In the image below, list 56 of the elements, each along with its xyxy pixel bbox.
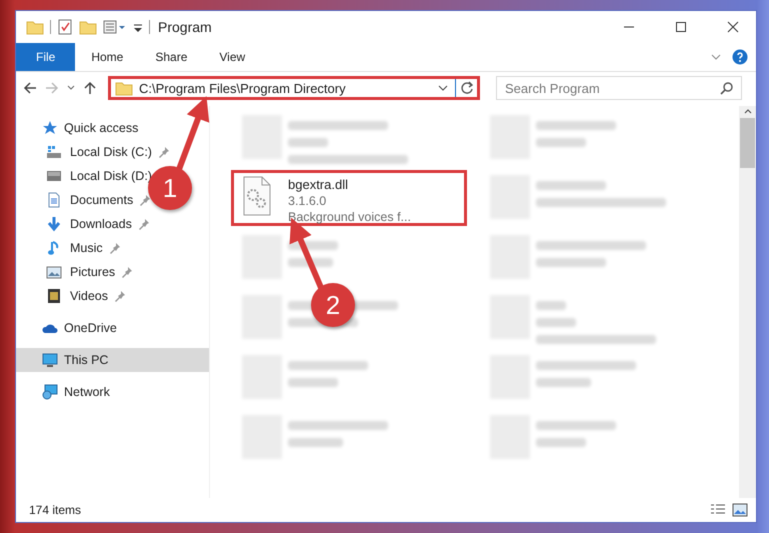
file-detail: Background voices f... bbox=[288, 210, 411, 224]
sidebar-item[interactable]: Local Disk (C:) bbox=[16, 140, 209, 164]
drive-icon bbox=[46, 144, 62, 160]
back-icon bbox=[22, 80, 38, 96]
sidebar-item[interactable]: Downloads bbox=[16, 212, 209, 236]
blurred-text bbox=[536, 181, 606, 190]
address-path: C:\Program Files\Program Directory bbox=[139, 80, 347, 96]
refresh-icon bbox=[460, 81, 474, 95]
network-icon bbox=[42, 384, 58, 400]
blurred-text bbox=[536, 258, 606, 267]
back-button[interactable] bbox=[22, 80, 38, 96]
sidebar-item[interactable]: Network bbox=[16, 380, 209, 404]
file-detail: 3.1.6.0 bbox=[288, 194, 328, 208]
address-bar[interactable]: C:\Program Files\Program Directory bbox=[108, 76, 480, 100]
large-icons-view-icon[interactable] bbox=[732, 503, 748, 517]
monitor-icon bbox=[42, 352, 58, 368]
blurred-text bbox=[536, 318, 576, 327]
search-field[interactable]: Search Program bbox=[496, 76, 742, 100]
picture-icon bbox=[46, 264, 62, 280]
item-count: 174 items bbox=[29, 503, 82, 517]
ribbon-tab[interactable]: Share bbox=[139, 43, 204, 71]
sidebar-item[interactable]: Music bbox=[16, 236, 209, 260]
sidebar-item[interactable]: Pictures bbox=[16, 260, 209, 284]
search-icon bbox=[720, 81, 734, 95]
blurred-text bbox=[288, 438, 343, 447]
sidebar-item[interactable]: Videos bbox=[16, 284, 209, 308]
blurred-text bbox=[536, 378, 591, 387]
close-icon bbox=[727, 21, 739, 33]
window-title: Program bbox=[158, 19, 212, 35]
down-arrow-icon bbox=[46, 216, 62, 232]
help-icon[interactable] bbox=[732, 49, 748, 65]
scroll-thumb[interactable] bbox=[740, 118, 755, 168]
sidebar-item[interactable]: OneDrive bbox=[16, 316, 209, 340]
forward-icon bbox=[44, 80, 60, 96]
film-icon bbox=[46, 288, 62, 304]
file-item[interactable]: bgextra.dll 3.1.6.0 Background voices f... bbox=[231, 170, 467, 226]
drive-icon bbox=[46, 168, 62, 184]
up-button[interactable] bbox=[82, 80, 98, 96]
sidebar-item[interactable]: Quick access bbox=[16, 116, 209, 140]
ribbon-tab[interactable]: Home bbox=[75, 43, 140, 71]
file-name: bgextra.dll bbox=[288, 177, 349, 192]
ribbon-tab[interactable]: File bbox=[16, 43, 76, 71]
view-dropdown-icon[interactable] bbox=[103, 18, 127, 36]
star-icon bbox=[42, 120, 58, 136]
sidebar-item[interactable]: This PC bbox=[16, 348, 209, 372]
blurred-text bbox=[536, 438, 586, 447]
properties-icon[interactable] bbox=[57, 18, 73, 36]
blurred-text bbox=[288, 378, 338, 387]
ribbon-tab[interactable]: View bbox=[203, 43, 262, 71]
document-icon bbox=[46, 192, 62, 208]
blurred-text bbox=[536, 301, 566, 310]
blurred-text bbox=[288, 138, 328, 147]
up-icon bbox=[82, 80, 98, 96]
scrollbar[interactable] bbox=[739, 106, 756, 498]
maximize-icon bbox=[675, 21, 687, 33]
blurred-text bbox=[536, 138, 586, 147]
